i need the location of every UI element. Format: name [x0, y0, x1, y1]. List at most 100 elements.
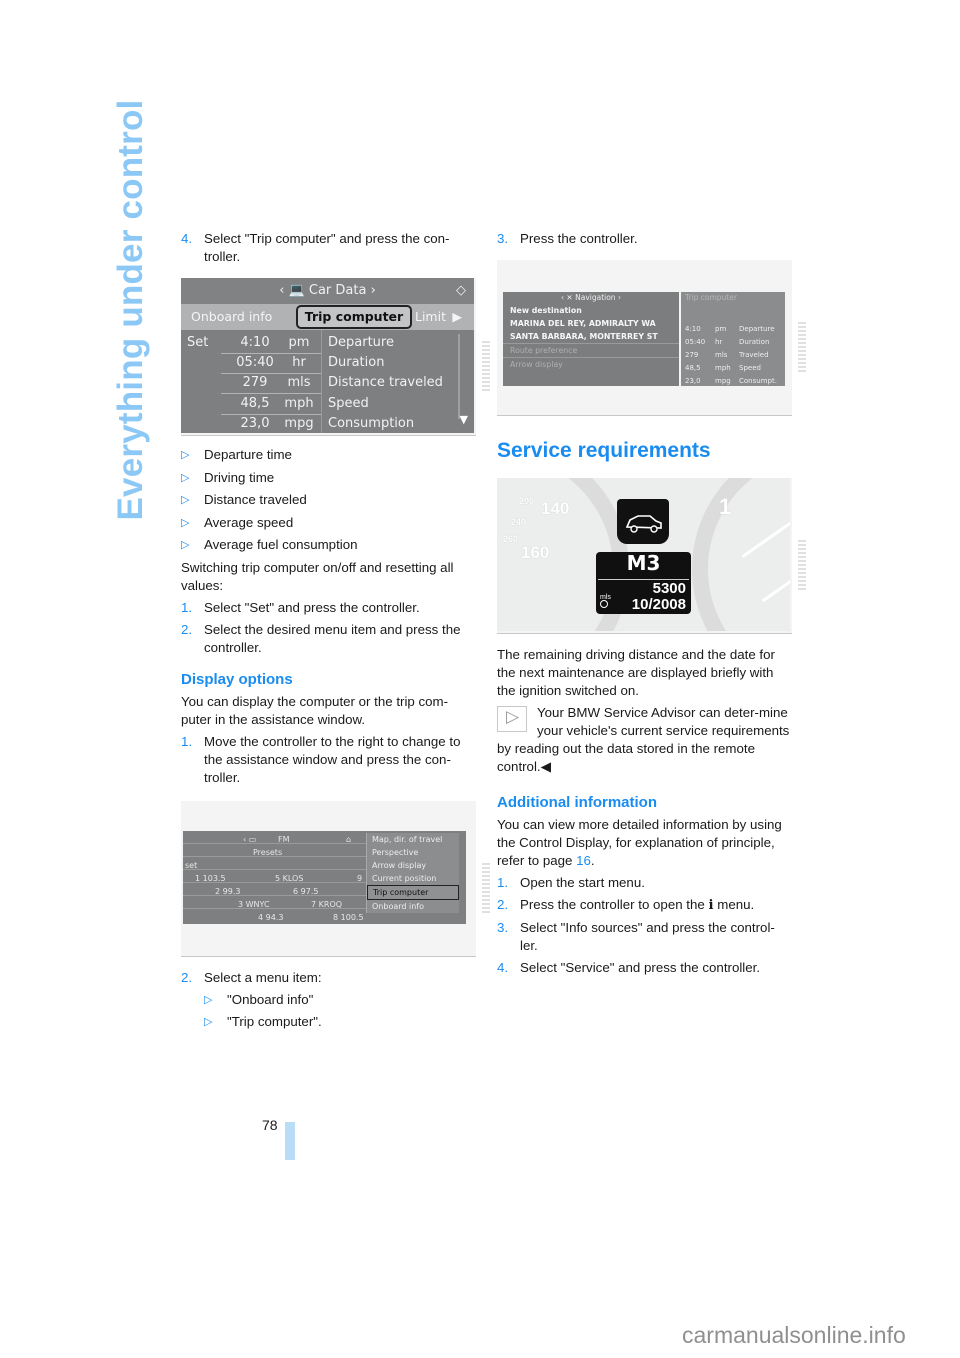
list-item-text: "Trip computer".: [227, 1014, 322, 1029]
step: 3. Press the controller.: [497, 230, 792, 248]
trip-unit: hr: [292, 355, 306, 370]
step-text: Open the start menu.: [520, 875, 645, 890]
step-text: Press the controller to open the i menu.: [520, 896, 792, 915]
bullet-triangle-icon: ▷: [181, 471, 190, 484]
trip-unit: mph: [284, 396, 314, 411]
list-item-text: Departure time: [204, 447, 292, 462]
trip-label[interactable]: Departure: [328, 334, 394, 352]
trip-value: 48,5: [240, 396, 270, 411]
step: 2. Press the controller to open the i me…: [497, 896, 792, 915]
service-car-panel: [617, 499, 669, 544]
trip-row: 23,0 mpg Consumption: [181, 415, 474, 433]
paragraph-text: .: [590, 853, 595, 868]
list-item: ▷ "Onboard info": [181, 991, 476, 1009]
trip-label[interactable]: Duration: [328, 354, 384, 372]
destination-item[interactable]: MARINA DEL REY, ADMIRALTY WA: [503, 317, 679, 330]
list-item-text: Distance traveled: [204, 492, 307, 507]
menu-item[interactable]: New destination: [503, 304, 679, 317]
service-date: 10/2008: [631, 596, 686, 613]
figure-car-data-screen: ‹ 💻 Car Data › ◇ Onboard info Trip compu…: [181, 278, 490, 436]
menu-item[interactable]: Route preference: [503, 343, 679, 357]
trip-unit: mpg: [284, 416, 314, 431]
preset[interactable]: 4 94.3: [258, 909, 283, 927]
watermark: carmanualsonline.info: [682, 1322, 906, 1348]
menu-item-selected[interactable]: Trip computer: [367, 884, 459, 900]
trip-unit: mpg: [715, 377, 731, 385]
presets-header: Presets: [183, 844, 366, 857]
note-icon: ▷: [497, 706, 527, 732]
scroll-down-icon[interactable]: ▼: [460, 411, 468, 429]
end-marker-icon: ◀: [540, 759, 551, 774]
set-button[interactable]: Set: [187, 334, 208, 352]
trip-label[interactable]: Distance traveled: [328, 374, 443, 392]
section-title-text: Everything under control: [111, 99, 150, 521]
step: 1. Open the start menu.: [497, 874, 792, 892]
note: ▷ Your BMW Service Advisor can deter-min…: [497, 704, 792, 776]
preset-row: 4 94.3 8 100.5: [183, 909, 366, 922]
gauge-label: 260: [503, 534, 519, 544]
menu-item[interactable]: Arrow display: [503, 357, 679, 371]
scrollbar[interactable]: [458, 334, 460, 419]
menu-item[interactable]: Onboard info: [367, 900, 459, 913]
navigation-icon: ‹ ✕: [561, 293, 576, 302]
preset[interactable]: 8 100.5: [333, 909, 364, 927]
trip-row: 48,5 mph Speed: [181, 395, 474, 416]
step-select-trip-computer: 4. Select "Trip computer" and press the …: [181, 230, 476, 266]
menu-item[interactable]: Map, dir. of travel: [367, 833, 459, 846]
screen-header: ‹ 💻 Car Data › ◇: [181, 278, 474, 304]
gauge-label: 160: [521, 543, 550, 562]
model-label: M3: [626, 551, 661, 575]
tab-scroll-right-icon[interactable]: ▶: [452, 307, 462, 327]
clock-icon: [600, 600, 608, 608]
assistance-menu: Map, dir. of travel Perspective Arrow di…: [366, 832, 459, 913]
divider: [221, 393, 321, 394]
menu-item[interactable]: Arrow display: [367, 859, 459, 872]
tab-limit[interactable]: Limit: [415, 307, 446, 327]
trip-row: 48,5 mph Speed: [681, 359, 785, 372]
page-number: 78: [262, 1117, 278, 1133]
destination-item[interactable]: SANTA BARBARA, MONTERREY ST: [503, 330, 679, 343]
step-text: Select "Info sources" and press the cont…: [520, 920, 775, 953]
step-text: Select "Trip computer" and press the con…: [204, 231, 450, 264]
menu-item[interactable]: Current position: [367, 872, 459, 885]
navigation-screen: ‹ ✕ Navigation › New destination MARINA …: [503, 292, 785, 386]
figure-service-display: 200 140 240 260 160 1 M3 mls 5300 10/200…: [497, 478, 806, 634]
trip-value: 05:40: [236, 355, 274, 370]
tab-trip-computer[interactable]: Trip computer: [296, 305, 412, 329]
step: 2. Select a menu item:: [181, 969, 476, 987]
step-text-part: Press the controller to open the: [520, 897, 709, 912]
step-number: 2.: [497, 897, 509, 912]
gauge-label: 240: [511, 517, 527, 527]
service-info-panel: M3 mls 5300 10/2008: [596, 552, 691, 614]
screen-header-title: Car Data: [308, 283, 367, 298]
trip-unit: mls: [287, 375, 311, 390]
step-text: Select "Service" and press the controlle…: [520, 960, 761, 975]
tab-onboard-info[interactable]: Onboard info: [191, 307, 272, 327]
trip-row: 23,0 mpg Consumpt.: [681, 372, 785, 385]
radio-screen-panel: ‹ ▭ FM ⌂ Presets set 1 103.5 5 KLOS 9 2 …: [183, 830, 466, 924]
menu-item[interactable]: Perspective: [367, 846, 459, 859]
trip-label[interactable]: Speed: [328, 395, 369, 413]
bullet-triangle-icon: ▷: [181, 539, 190, 551]
arrow-left-icon: ‹: [279, 283, 289, 298]
figure-id: [482, 862, 490, 913]
step-number: 1.: [497, 875, 509, 890]
step-number: 4.: [497, 960, 509, 975]
list-item: ▷ Driving time: [181, 469, 476, 487]
arrow-right-icon: ›: [617, 293, 621, 302]
list-item: ▷ "Trip computer".: [181, 1013, 476, 1031]
step-number: 4.: [181, 231, 193, 246]
list-item-text: Average speed: [204, 514, 294, 530]
page-reference-link[interactable]: 16: [576, 853, 591, 868]
panel-title: Trip computer: [685, 293, 737, 302]
trip-label[interactable]: Consumption: [328, 415, 414, 433]
computer-icon: 💻: [288, 283, 309, 298]
gauge-label: 1: [719, 494, 732, 519]
step: 4. Select "Service" and press the contro…: [497, 959, 792, 977]
radio-screen: ‹ ▭ FM ⌂ Presets set 1 103.5 5 KLOS 9 2 …: [181, 830, 474, 924]
heading-display-options: Display options: [181, 670, 293, 688]
figure-assistance-window: ‹ ▭ FM ⌂ Presets set 1 103.5 5 KLOS 9 2 …: [181, 800, 490, 957]
preset-row: 1 103.5 5 KLOS 9: [183, 870, 366, 883]
figure-id: [482, 340, 490, 391]
trip-label: Consumpt.: [739, 377, 777, 385]
